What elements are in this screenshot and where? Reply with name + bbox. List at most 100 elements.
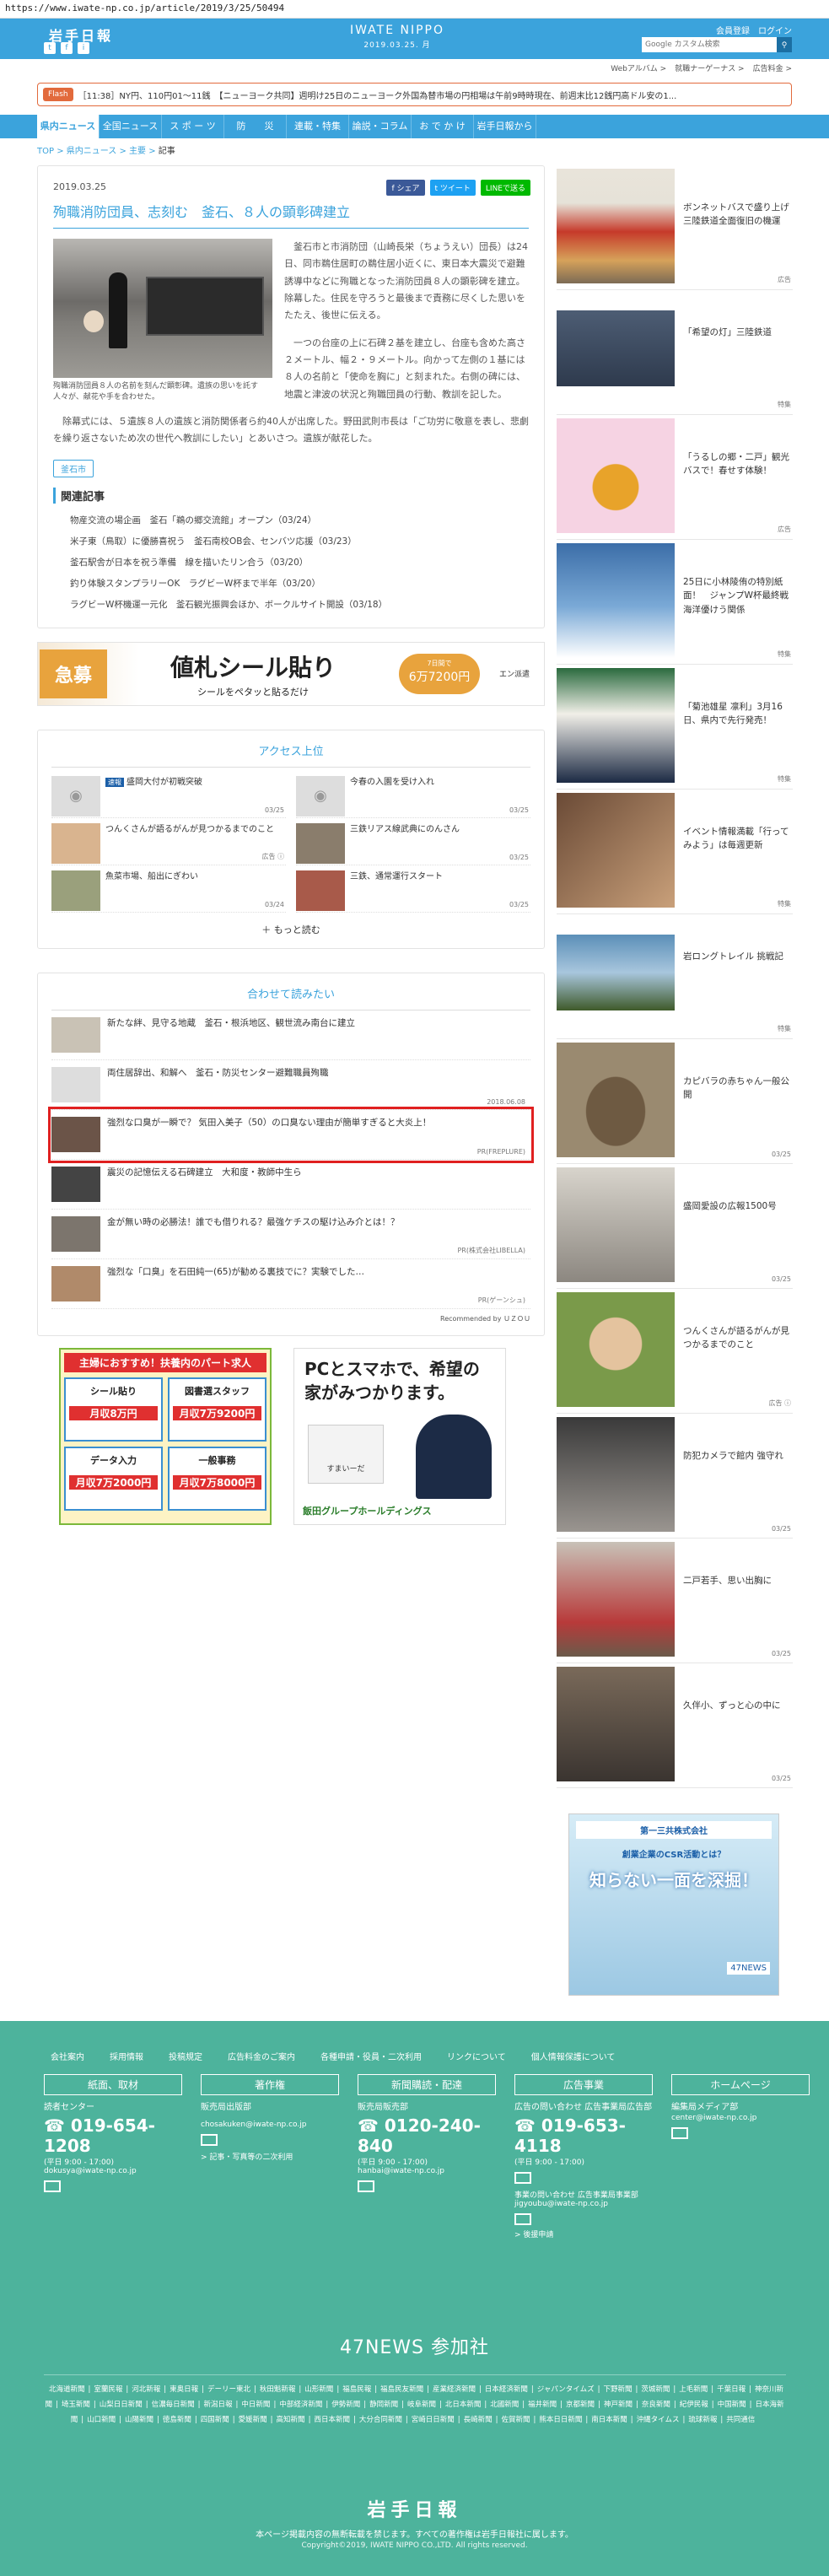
- subnav-album[interactable]: Webアルバム >: [611, 62, 666, 73]
- news47-member[interactable]: 信濃毎日新聞: [152, 2401, 195, 2409]
- related-link[interactable]: 釣り体験スタンプラリーOK ラグビーW杯まで半年（03/20）: [70, 574, 529, 595]
- sidebar-item[interactable]: 岩ロングトレイル 挑戦記 特集: [557, 914, 793, 1039]
- news47-member[interactable]: 下野新聞: [603, 2385, 632, 2394]
- subnav-service[interactable]: 就職ナーゲーナス >: [675, 62, 744, 73]
- news47-member[interactable]: 南日本新聞: [591, 2416, 627, 2424]
- news47-member[interactable]: デーリー東北: [207, 2385, 250, 2394]
- job-cell[interactable]: データ入力 月収7万2000円: [64, 1446, 163, 1511]
- news47-member[interactable]: 京都新聞: [566, 2401, 595, 2409]
- news47-member[interactable]: 中国新聞: [718, 2401, 746, 2409]
- footer-link[interactable]: 広告料金のご案内: [228, 2050, 295, 2062]
- sidebar-item[interactable]: つんくさんが語るがんが見つかるまでのこと 広告 ⓘ: [557, 1289, 793, 1414]
- news47-member[interactable]: 埼玉新聞: [62, 2401, 90, 2409]
- news47-member[interactable]: ジャパンタイムズ: [537, 2385, 595, 2394]
- news47-member[interactable]: 東奥日報: [170, 2385, 198, 2394]
- news47-member[interactable]: 河北新報: [132, 2385, 160, 2394]
- mail-icon[interactable]: [201, 2134, 218, 2146]
- tag-kamaishi[interactable]: 釜石市: [53, 459, 94, 477]
- news47-member[interactable]: 室蘭民報: [94, 2385, 122, 2394]
- nav-sports[interactable]: ス ポ ー ツ: [162, 115, 224, 138]
- login-links[interactable]: 会員登録 ログイン: [716, 24, 792, 36]
- sidebar-item[interactable]: 盛岡愛設の広報1500号 03/25: [557, 1164, 793, 1289]
- news47-member[interactable]: 伊勢新聞: [331, 2401, 360, 2409]
- ticker-text[interactable]: ［11:38］NY円、110円01～11銭 【ニューヨーク共同】週明け25日のニ…: [78, 89, 677, 101]
- access-item[interactable]: ◉ 速報 盛岡大付が初戦突破 03/25: [51, 771, 286, 818]
- mail-icon[interactable]: [514, 2213, 531, 2225]
- sidebar-item[interactable]: 二戸若手、思い出胸に 03/25: [557, 1539, 793, 1663]
- mail-icon[interactable]: [44, 2180, 61, 2192]
- news47-member[interactable]: 山形新聞: [304, 2385, 333, 2394]
- phone-number[interactable]: ☎ 019-654-1208: [44, 2115, 182, 2156]
- news47-member[interactable]: 高知新聞: [277, 2416, 305, 2424]
- search-button[interactable]: ⚲: [777, 37, 792, 52]
- nav-outings[interactable]: お で か け: [412, 115, 474, 138]
- search-input[interactable]: [642, 37, 777, 52]
- news47-member[interactable]: 徳島新聞: [163, 2416, 191, 2424]
- news47-member[interactable]: 山梨日日新聞: [100, 2401, 143, 2409]
- news47-member[interactable]: 奈良新聞: [642, 2401, 670, 2409]
- reco-item[interactable]: 両住居辞出、和解へ 釜石・防災センター避難職員殉職 2018.06.08: [51, 1060, 530, 1110]
- news47-member[interactable]: 岐阜新聞: [407, 2401, 436, 2409]
- news47-member[interactable]: 琉球新報: [688, 2416, 717, 2424]
- sidebar-item[interactable]: 防犯カメラで館内 強守れ 03/25: [557, 1414, 793, 1539]
- news47-member[interactable]: 福島民報: [342, 2385, 371, 2394]
- nav-local-news[interactable]: 県内ニュース: [37, 115, 100, 138]
- job-banner-ad[interactable]: 急募 値札シール貼り シールをペタッと貼るだけ 7日間で 6万7200円 エン派遣: [37, 641, 545, 706]
- news-ticker[interactable]: Flash ［11:38］NY円、110円01～11銭 【ニューヨーク共同】週明…: [37, 83, 792, 106]
- contact-heading[interactable]: ホームページ: [671, 2074, 810, 2095]
- nav-disaster[interactable]: 防 災: [224, 115, 287, 138]
- related-link[interactable]: 釜石駅舎が日本を祝う準備 線を描いたリン合う（03/20）: [70, 552, 529, 574]
- footer-logo[interactable]: 岩手日報: [0, 2495, 829, 2522]
- footer-link[interactable]: 各種申請・役員・二次利用: [320, 2050, 422, 2062]
- news47-member[interactable]: 福島民友新聞: [380, 2385, 423, 2394]
- access-item[interactable]: 三鉄リアス線武典にのんさん 03/25: [296, 818, 530, 865]
- subnav-ad[interactable]: 広告料金 >: [753, 62, 792, 73]
- nav-columns[interactable]: 論説・コラム: [349, 115, 412, 138]
- mail-icon[interactable]: [514, 2172, 531, 2184]
- news47-member[interactable]: 四国新聞: [201, 2416, 229, 2424]
- secondary-use-link[interactable]: > 記事・写真等の二次利用: [201, 2151, 339, 2162]
- facebook-share-button[interactable]: f シェア: [386, 180, 425, 196]
- news47-member[interactable]: 宮崎日日新聞: [412, 2416, 455, 2424]
- news47-member[interactable]: 産業経済新聞: [433, 2385, 476, 2394]
- news47-member[interactable]: 沖縄タイムス: [637, 2416, 680, 2424]
- job-cell[interactable]: 図書選スタッフ 月収7万9200円: [168, 1377, 266, 1442]
- facebook-icon[interactable]: f: [61, 42, 73, 54]
- contact-heading[interactable]: 紙面、取材: [44, 2074, 182, 2095]
- news47-member[interactable]: 共同通信: [726, 2416, 755, 2424]
- housing-ad[interactable]: PCとスマホで、希望の家がみつかります。 すまいーだ 飯田グループホールディング…: [293, 1347, 506, 1525]
- news47-member[interactable]: 中部経済新聞: [279, 2401, 322, 2409]
- contact-heading[interactable]: 広告事業: [514, 2074, 653, 2095]
- footer-link[interactable]: 投稿規定: [169, 2050, 202, 2062]
- sidebar-item[interactable]: 「菊池雄星 凛利」3月16日、県内で先行発売！ 特集: [557, 665, 793, 790]
- related-link[interactable]: 米子東（鳥取）に優勝喜祝う 釜石南校OB会、センバツ応援（03/23）: [70, 531, 529, 552]
- mail-icon[interactable]: [358, 2180, 374, 2192]
- instagram-icon[interactable]: i: [78, 42, 89, 54]
- sponsor-link[interactable]: > 後援申請: [514, 2228, 653, 2239]
- news47-member[interactable]: 福井新聞: [528, 2401, 557, 2409]
- footer-link[interactable]: 会社案内: [51, 2050, 84, 2062]
- news47-member[interactable]: 神戸新聞: [604, 2401, 633, 2409]
- footer-link[interactable]: リンクについて: [447, 2050, 506, 2062]
- access-item[interactable]: ◉ 今春の入園を受け入れ 03/25: [296, 771, 530, 818]
- news47-member[interactable]: 北日本新聞: [445, 2401, 482, 2409]
- news47-member[interactable]: 西日本新聞: [314, 2416, 350, 2424]
- access-item[interactable]: 魚菜市場、船出にぎわい 03/24: [51, 865, 286, 913]
- line-share-button[interactable]: LINEで送る: [480, 180, 530, 196]
- mail-icon[interactable]: [671, 2127, 688, 2139]
- news47-member[interactable]: 熊本日日新聞: [539, 2416, 582, 2424]
- contact-email[interactable]: 事業の問い合わせ 広告事業局事業部 jigyoubu@iwate-np.co.j…: [514, 2189, 653, 2208]
- more-button[interactable]: ＋ もっと読む: [51, 923, 530, 936]
- sidebar-item[interactable]: カピバラの赤ちゃん一般公開 03/25: [557, 1039, 793, 1164]
- job-cell[interactable]: シール貼り 月収8万円: [64, 1377, 163, 1442]
- sidebar-item[interactable]: イベント情報満載「行ってみよう」は毎週更新 特集: [557, 790, 793, 914]
- footer-link[interactable]: 個人情報保護について: [531, 2050, 616, 2062]
- memorial-photo[interactable]: [53, 239, 272, 378]
- sidebar-item[interactable]: 25日に小林陵侑の特別紙面！ ジャンプW杯最終戦 海洋優けう関係 特集: [557, 540, 793, 665]
- access-item[interactable]: つんくさんが語るがんが見つかるまでのこと 広告 ⓘ: [51, 818, 286, 865]
- related-link[interactable]: ラグビーW杯機運一元化 釜石観光振興会ほか、ボークルサイト開設（03/18）: [70, 595, 529, 616]
- news47-member[interactable]: 千葉日報: [717, 2385, 746, 2394]
- tweet-button[interactable]: t ツイート: [429, 180, 476, 196]
- related-link[interactable]: 物産交流の場企画 釜石「鵜の郷交流館」オープン（03/24）: [70, 510, 529, 531]
- news47-member[interactable]: 北國新聞: [490, 2401, 519, 2409]
